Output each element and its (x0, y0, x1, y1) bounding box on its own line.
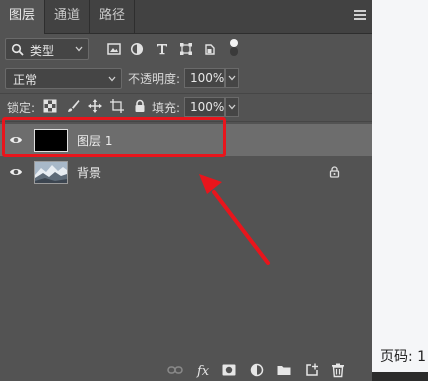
new-group-icon[interactable] (276, 362, 292, 378)
document-background (372, 0, 428, 381)
fx-icon[interactable]: fx (196, 362, 212, 378)
page-edge (372, 372, 428, 381)
layers-bottom-toolbar: fx (0, 357, 372, 381)
link-layers-icon[interactable] (167, 362, 183, 378)
adjustment-layer-icon[interactable] (249, 362, 265, 378)
trash-icon[interactable] (330, 362, 346, 378)
annotation-arrow (199, 174, 270, 265)
add-mask-icon[interactable] (221, 362, 237, 378)
new-layer-icon[interactable] (304, 362, 320, 378)
svg-text:fx: fx (196, 364, 210, 378)
layers-panel: 图层 通道 路径 类型 正常 不透明度: 100% 锁定: 填充: 100% 图… (0, 0, 372, 381)
page-number-label: 页码: 1 (380, 349, 427, 365)
